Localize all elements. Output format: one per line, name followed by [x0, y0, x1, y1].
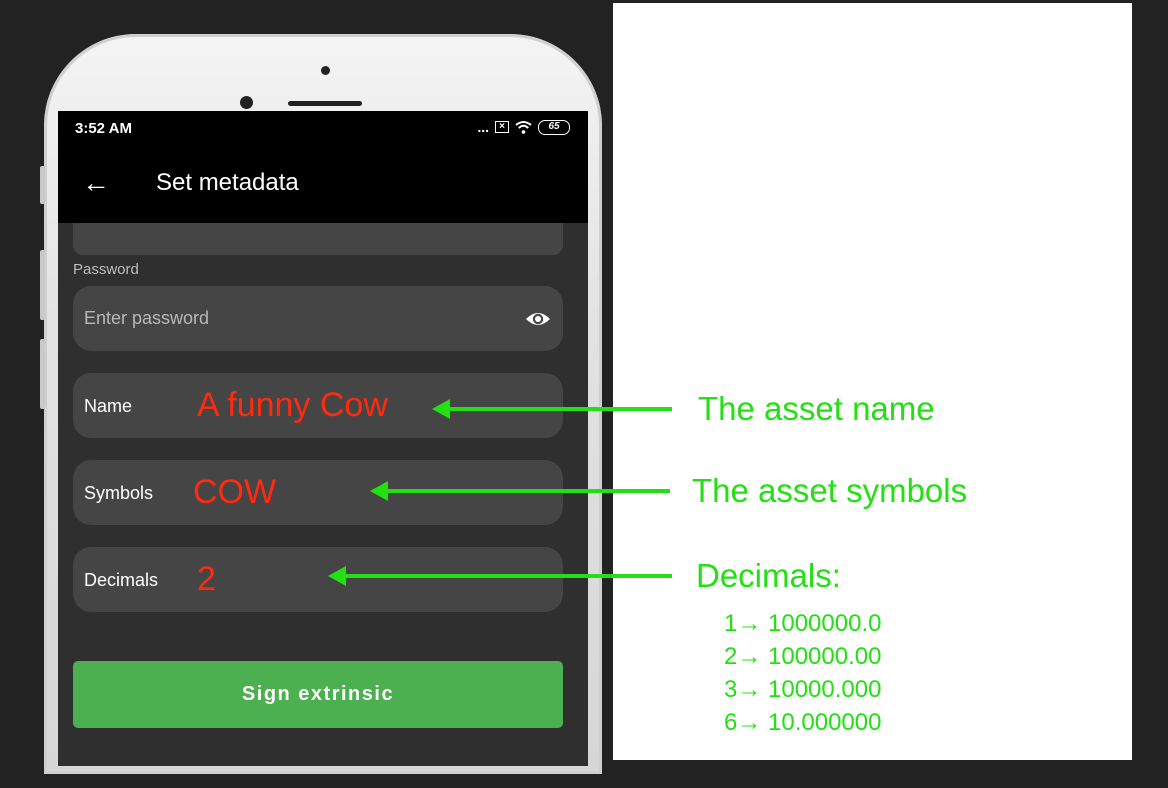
page-title: Set metadata: [156, 169, 299, 196]
phone-screen: 3:52 AM ... × 65 ← Set metadata Password…: [58, 111, 588, 766]
wifi-icon: [515, 121, 532, 134]
previous-field-edge: [73, 223, 563, 255]
stage: 3:52 AM ... × 65 ← Set metadata Password…: [0, 0, 1168, 788]
annotation-symbols: The asset symbols: [692, 472, 968, 509]
status-time: 3:52 AM: [75, 120, 132, 137]
annotation-name: The asset name: [698, 390, 935, 427]
earpiece-speaker: [288, 101, 362, 106]
volume-up-button: [40, 250, 45, 320]
name-field[interactable]: Name A funny Cow: [73, 373, 563, 438]
decimal-example: 1→ 1000000.0: [724, 610, 882, 637]
annotation-decimals: Decimals:: [696, 557, 841, 594]
password-placeholder: Enter password: [84, 308, 210, 328]
arrow-to-symbols: [370, 481, 670, 501]
front-camera: [240, 96, 253, 109]
name-value: A funny Cow: [197, 386, 388, 424]
app-bar: ← Set metadata: [58, 145, 588, 223]
more-dots-icon: ...: [477, 119, 489, 135]
sim-off-icon: ×: [495, 121, 509, 133]
arrow-left-icon[interactable]: ←: [82, 165, 110, 201]
password-label: Password: [73, 261, 139, 278]
password-field[interactable]: Enter password: [73, 286, 563, 351]
decimals-field[interactable]: Decimals 2: [73, 547, 563, 612]
symbols-label: Symbols: [84, 483, 154, 503]
decimal-example: 2→ 100000.00: [724, 643, 882, 670]
decimals-value: 2: [197, 560, 216, 598]
decimal-examples: 1→ 1000000.0 2→ 100000.00 3→ 10000.000 6…: [724, 607, 881, 739]
sign-extrinsic-button[interactable]: Sign extrinsic: [73, 661, 563, 728]
decimals-label: Decimals: [84, 570, 159, 590]
name-label: Name: [84, 396, 133, 416]
status-icons: ... × 65: [477, 119, 570, 135]
status-bar: 3:52 AM ... × 65: [58, 111, 588, 145]
arrow-to-name: [432, 399, 672, 419]
volume-down-button: [40, 339, 45, 409]
eye-icon[interactable]: [525, 306, 551, 332]
decimal-example: 6→ 10.000000: [724, 709, 882, 736]
symbols-value: COW: [193, 473, 277, 511]
mute-switch: [40, 166, 45, 204]
decimal-example: 3→ 10000.000: [724, 676, 882, 703]
arrow-to-decimals: [328, 566, 672, 586]
battery-icon: 65: [538, 119, 570, 135]
proximity-sensor: [321, 66, 330, 75]
